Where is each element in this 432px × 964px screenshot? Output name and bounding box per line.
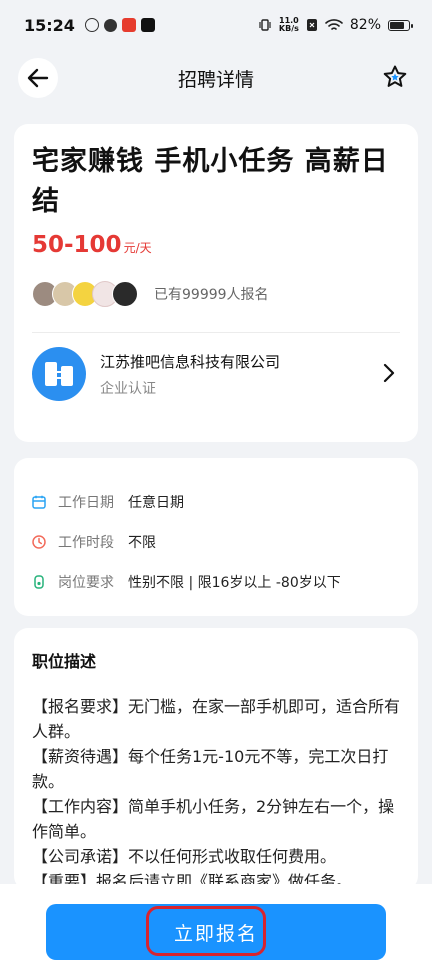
- status-bar: 15:24 11.0 KB/s 82%: [0, 0, 432, 50]
- page-title: 招聘详情: [177, 68, 254, 91]
- wifi-icon: [325, 19, 343, 30]
- job-description: 【报名要求】无门槛，在家一部手机即可，适合所有人群。 【薪资待遇】每个任务1元-…: [32, 694, 400, 890]
- salary-unit: 元/天: [123, 241, 152, 255]
- job-title: 宅家赚钱 手机小任务 高薪日结: [32, 146, 389, 217]
- section-title: 职位描述: [32, 652, 97, 671]
- app-notification-icon: [121, 18, 136, 32]
- job-details-card: 工作日期 任意日期 工作时段 不限 岗位要求 性别不限 | 限16岁以上 -80…: [14, 458, 418, 616]
- salary: 50-100 元/天: [32, 232, 400, 258]
- battery-percent: 82%: [349, 17, 381, 33]
- detail-label: 工作日期: [58, 495, 114, 511]
- applicants-count: 已有99999人报名: [154, 287, 269, 303]
- sim-icon: [306, 19, 317, 31]
- detail-label: 岗位要求: [58, 575, 114, 591]
- calendar-icon: [32, 495, 46, 509]
- company-name: 江苏推吧信息科技有限公司: [100, 352, 281, 371]
- app-notification-icon: [103, 18, 117, 32]
- description-line: 【公司承诺】不以任何形式收取任何费用。: [32, 847, 337, 866]
- company-row[interactable]: 江苏推吧信息科技有限公司 企业认证: [32, 333, 400, 415]
- job-description-card: 职位描述 【报名要求】无门槛，在家一部手机即可，适合所有人群。 【薪资待遇】每个…: [14, 628, 418, 890]
- favorite-button[interactable]: [382, 64, 410, 92]
- arrow-left-icon: [27, 68, 49, 88]
- chevron-right-icon: [383, 363, 395, 383]
- detail-row-work-hours: 工作时段 不限: [32, 522, 400, 562]
- company-verification: 企业认证: [100, 380, 156, 397]
- detail-value: 任意日期: [128, 495, 184, 511]
- detail-label: 工作时段: [58, 535, 114, 551]
- detail-row-requirements: 岗位要求 性别不限 | 限16岁以上 -80岁以下: [32, 562, 400, 602]
- detail-value: 性别不限 | 限16岁以上 -80岁以下: [128, 575, 341, 591]
- job-summary-card: 宅家赚钱 手机小任务 高薪日结 50-100 元/天 已有99999人报名 江苏…: [14, 124, 418, 442]
- avatar: [112, 281, 138, 307]
- description-line: 【工作内容】简单手机小任务，2分钟左右一个，操作简单。: [32, 797, 395, 841]
- back-button[interactable]: [18, 58, 58, 98]
- detail-value: 不限: [128, 535, 156, 551]
- network-speed: 11.0 KB/s: [278, 16, 299, 33]
- battery-icon: [388, 19, 413, 31]
- description-line: 【报名要求】无门槛，在家一部手机即可，适合所有人群。: [32, 697, 401, 741]
- description-line: 【薪资待遇】每个任务1元-10元不等，完工次日打款。: [32, 747, 389, 791]
- vibrate-icon: [259, 19, 271, 31]
- status-time: 15:24: [24, 15, 75, 35]
- app-notification-icon: [84, 18, 99, 32]
- detail-row-work-date: 工作日期 任意日期: [32, 482, 400, 522]
- company-logo: [32, 347, 86, 401]
- tiktok-icon: [140, 18, 155, 32]
- badge-icon: [34, 575, 44, 589]
- applicant-avatars: [32, 281, 138, 307]
- salary-amount: 50-100: [32, 232, 122, 258]
- applicants-row: 已有99999人报名: [32, 280, 400, 308]
- building-icon: [45, 362, 73, 386]
- clock-icon: [32, 535, 46, 549]
- star-icon: [383, 65, 407, 87]
- top-navigation: 招聘详情: [0, 50, 432, 106]
- apply-now-button[interactable]: 立即报名: [46, 904, 386, 960]
